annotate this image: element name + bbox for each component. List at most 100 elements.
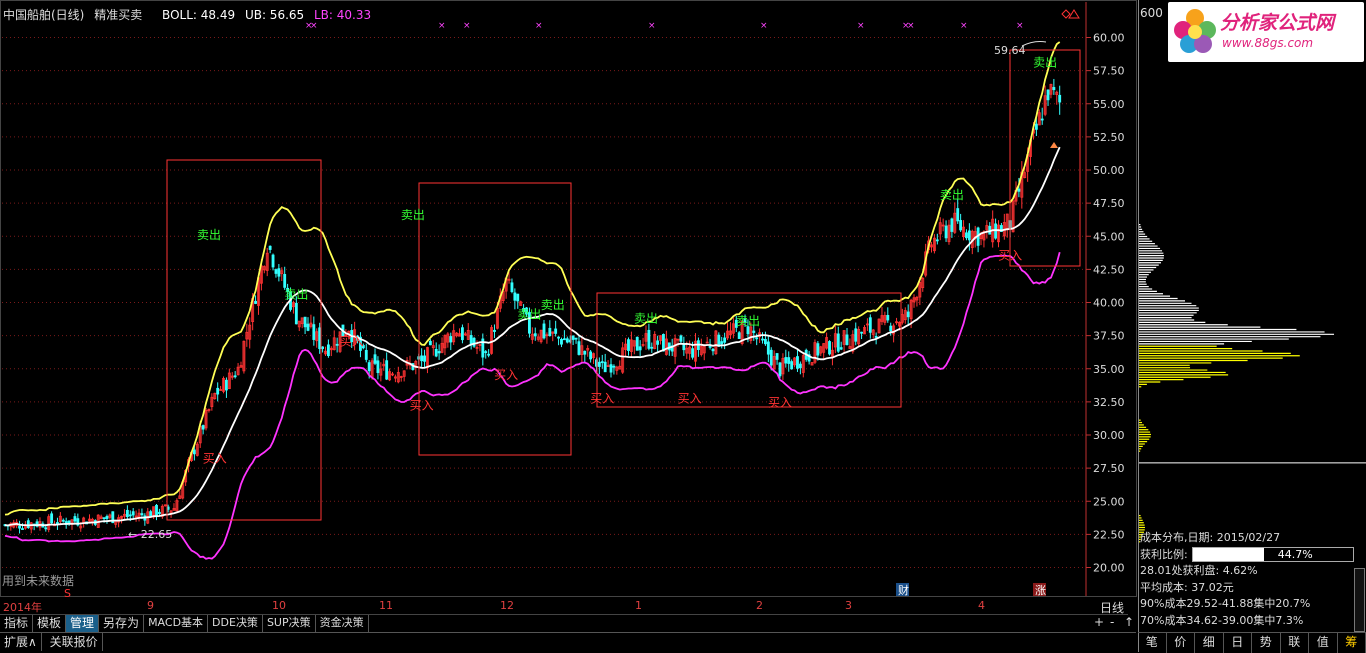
candle-body <box>534 334 536 336</box>
candle-body <box>493 330 495 331</box>
up-triangle-icon <box>1050 142 1058 148</box>
candle-body <box>683 344 685 349</box>
candle-body <box>738 333 740 339</box>
highlight-box <box>419 183 571 455</box>
rtab-chips[interactable]: 筹 <box>1338 633 1366 653</box>
candle-body <box>601 362 603 363</box>
signal-mark: × <box>1016 21 1024 31</box>
rtab-price[interactable]: 价 <box>1167 633 1196 653</box>
stock-code: 600 <box>1140 6 1163 20</box>
candle-body <box>549 328 551 335</box>
candle-body <box>779 363 781 376</box>
date-label: 10 <box>272 599 286 612</box>
y-tick-label: 27.50 <box>1093 462 1125 475</box>
stock-title[interactable]: 中国船舶(日线) <box>3 8 84 22</box>
candle-body <box>951 219 953 232</box>
cost-title: 成本分布,日期: 2015/02/27 <box>1140 530 1354 547</box>
y-tick-label: 50.00 <box>1093 164 1125 177</box>
candle-body <box>770 350 772 365</box>
zoom-out-button[interactable]: - <box>1110 615 1114 629</box>
candle-body <box>636 337 638 350</box>
rtab-link[interactable]: 联 <box>1281 633 1310 653</box>
cost-distribution-info: 成本分布,日期: 2015/02/27 获利比例:44.7% 28.01处获利盘… <box>1140 530 1354 629</box>
candle-body <box>284 274 286 287</box>
candle-body <box>558 337 560 338</box>
zoom-in-button[interactable]: + <box>1094 615 1104 629</box>
rtab-detail[interactable]: 细 <box>1195 633 1224 653</box>
y-tick-label: 25.00 <box>1093 495 1125 508</box>
candle-body <box>651 347 653 348</box>
candle-body <box>21 529 23 530</box>
candle-body <box>103 518 105 519</box>
candle-body <box>217 388 219 394</box>
tab-fund[interactable]: 资金决策 <box>316 615 369 632</box>
expand-button[interactable]: 扩展∧ <box>0 633 42 651</box>
future-data-note: 用到未来数据 <box>2 572 74 589</box>
sell-label: 卖出 <box>940 188 964 202</box>
candle-body <box>514 293 516 300</box>
candle-body <box>572 336 574 339</box>
related-quote-button[interactable]: 关联报价 <box>46 633 103 651</box>
rtab-day[interactable]: 日 <box>1224 633 1253 653</box>
tab-macd[interactable]: MACD基本 <box>144 615 208 632</box>
y-tick-label: 20.00 <box>1093 562 1125 575</box>
tab-dde[interactable]: DDE决策 <box>208 615 263 632</box>
candle-body <box>756 338 758 339</box>
candle-body <box>648 330 650 348</box>
candle-body <box>875 336 877 337</box>
rtab-value[interactable]: 值 <box>1309 633 1338 653</box>
buy-label: 买入 <box>494 368 518 382</box>
candle-body <box>662 334 664 351</box>
tab-template[interactable]: 模板 <box>33 615 66 632</box>
tab-indicator[interactable]: 指标 <box>0 615 33 632</box>
candle-body <box>1018 189 1020 191</box>
low-price-label: ← 22.65 <box>128 528 172 541</box>
date-label: 4 <box>978 599 985 612</box>
candle-body <box>132 512 134 515</box>
signal-mark: × <box>648 21 656 31</box>
rtab-stroke[interactable]: 笔 <box>1138 633 1167 653</box>
candle-body <box>936 240 938 241</box>
tab-sup[interactable]: SUP决策 <box>263 615 316 632</box>
candle-body <box>791 362 793 369</box>
tab-manage[interactable]: 管理 <box>66 615 99 632</box>
candle-body <box>610 365 612 372</box>
candle-body <box>1047 90 1049 100</box>
candle-body <box>828 341 830 353</box>
y-tick-label: 22.50 <box>1093 528 1125 541</box>
candle-body <box>1059 95 1061 102</box>
y-tick-label: 60.00 <box>1093 32 1125 45</box>
candle-body <box>764 339 766 343</box>
scroll-up-button[interactable]: ↑ <box>1124 615 1134 629</box>
candle-body <box>960 220 962 229</box>
tab-save-as[interactable]: 另存为 <box>99 615 144 632</box>
y-tick-label: 57.50 <box>1093 65 1125 78</box>
sell-label: 卖出 <box>284 288 308 302</box>
candle-body <box>322 347 324 349</box>
right-tabs: 笔 价 细 日 势 联 值 筹 <box>1138 632 1366 653</box>
date-label: 9 <box>147 599 154 612</box>
diamond-icon <box>1062 10 1070 18</box>
candle-body <box>517 294 519 301</box>
rtab-trend[interactable]: 势 <box>1252 633 1281 653</box>
high-arrow <box>1022 42 1046 47</box>
signal-mark: × <box>960 21 968 31</box>
candle-body <box>374 355 376 364</box>
candle-body <box>613 366 615 367</box>
profit-ratio-row: 获利比例:44.7% <box>1140 547 1354 564</box>
date-label: 12 <box>500 599 514 612</box>
candle-body <box>193 450 195 454</box>
candle-body <box>887 315 889 320</box>
candle-body <box>365 350 367 359</box>
candle-body <box>1041 119 1043 120</box>
boll-upper-line <box>5 42 1060 515</box>
scrollbar[interactable] <box>1354 568 1365 632</box>
indicator-name[interactable]: 精准买卖 <box>94 8 142 22</box>
date-label: 2014年 <box>3 599 42 615</box>
candle-body <box>386 361 388 379</box>
sell-label: 卖出 <box>736 314 760 328</box>
buy-label: 买入 <box>590 392 614 406</box>
candle-body <box>450 337 452 343</box>
y-tick-label: 37.50 <box>1093 330 1125 343</box>
profit-at-price: 28.01处获利盘: 4.62% <box>1140 563 1354 580</box>
